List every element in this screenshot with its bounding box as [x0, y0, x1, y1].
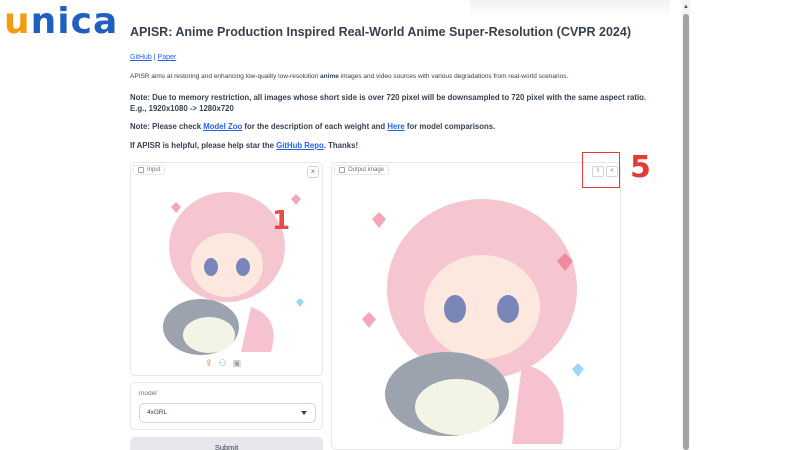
scrollbar[interactable]: ▲ — [682, 0, 690, 450]
link-separator: | — [153, 54, 156, 61]
page-title: APISR: Anime Production Inspired Real-Wo… — [130, 25, 631, 39]
input-image-panel[interactable]: Input × — [130, 162, 323, 376]
description: APISR aims at restoring and enhancing lo… — [130, 71, 660, 82]
submit-button[interactable]: Submit — [130, 437, 323, 450]
memory-note-line1: Note: Due to memory restriction, all ima… — [130, 93, 647, 102]
output-anime-image — [362, 199, 584, 444]
clipboard-icon[interactable]: ▣ — [233, 358, 242, 369]
output-shark-belly — [415, 379, 499, 435]
model-note-text: Note: Please check — [130, 122, 204, 131]
scroll-thumb[interactable] — [683, 14, 689, 450]
logo-letter-u: u — [4, 1, 31, 42]
heart-icon — [171, 202, 181, 213]
webcam-icon[interactable]: ⚇ — [219, 358, 227, 369]
memory-note: Note: Due to memory restriction, all ima… — [130, 92, 660, 114]
model-zoo-link[interactable]: Model Zoo — [203, 122, 242, 131]
upload-icon[interactable]: ⇪ — [205, 358, 213, 369]
heart-icon — [296, 298, 304, 307]
github-link[interactable]: GitHub — [130, 54, 152, 61]
scroll-up-icon[interactable]: ▲ — [682, 3, 690, 11]
share-icon[interactable]: < — [606, 166, 618, 177]
model-note-middle: for the description of each weight and — [242, 122, 388, 131]
model-dropdown[interactable]: 4xGRL — [139, 403, 316, 423]
chevron-down-icon — [301, 411, 307, 415]
model-selected-value: 4xGRL — [147, 409, 168, 416]
github-repo-link[interactable]: GitHub Repo — [276, 141, 324, 150]
annotation-5: 5 — [630, 150, 651, 185]
output-eye-right — [497, 295, 519, 323]
image-icon — [138, 167, 144, 173]
output-eye-left — [444, 295, 466, 323]
input-label: Input — [133, 165, 166, 175]
model-note-end: for model comparisons. — [404, 122, 496, 131]
top-fade — [470, 0, 670, 16]
description-text: APISR aims at restoring and enhancing lo… — [130, 73, 321, 80]
input-eye-left — [204, 258, 218, 276]
output-face — [424, 255, 540, 359]
link-row: GitHub | Paper — [130, 54, 176, 61]
description-text-end: images and video sources with various de… — [338, 73, 569, 80]
input-eye-right — [236, 258, 250, 276]
heart-icon — [362, 312, 376, 328]
output-dress — [512, 364, 564, 444]
output-label-text: Output image — [348, 167, 385, 173]
star-note-text: If APISR is helpful, please help star th… — [130, 141, 277, 150]
heart-icon — [291, 194, 301, 205]
heart-icon — [372, 212, 386, 228]
image-source-toolbar: ⇪ ⚇ ▣ — [205, 358, 241, 369]
input-label-text: Input — [147, 167, 161, 173]
model-note: Note: Please check Model Zoo for the des… — [130, 121, 660, 132]
annotation-1: 1 — [272, 206, 291, 236]
logo-text: nica — [30, 1, 119, 42]
star-note: If APISR is helpful, please help star th… — [130, 140, 660, 151]
download-icon[interactable]: ⇩ — [592, 166, 604, 177]
input-anime-image — [163, 192, 304, 355]
heart-icon — [572, 363, 584, 377]
model-panel: model 4xGRL — [130, 382, 323, 430]
comparison-link[interactable]: Here — [387, 122, 404, 131]
unica-logo: unica — [4, 4, 118, 40]
description-bold: anime — [320, 73, 339, 80]
memory-note-line2: E.g., 1920x1080 -> 1280x720 — [130, 104, 234, 113]
paper-link[interactable]: Paper — [158, 54, 177, 61]
input-face — [191, 233, 263, 297]
output-image-panel: Output image — [331, 162, 621, 450]
input-dress — [241, 307, 274, 352]
input-shark-belly — [183, 317, 235, 353]
model-label: model — [139, 390, 157, 397]
star-note-end: . Thanks! — [323, 141, 359, 150]
download-highlight-box: ⇩ < — [582, 152, 620, 188]
image-icon — [339, 167, 345, 173]
output-label: Output image — [334, 165, 390, 175]
